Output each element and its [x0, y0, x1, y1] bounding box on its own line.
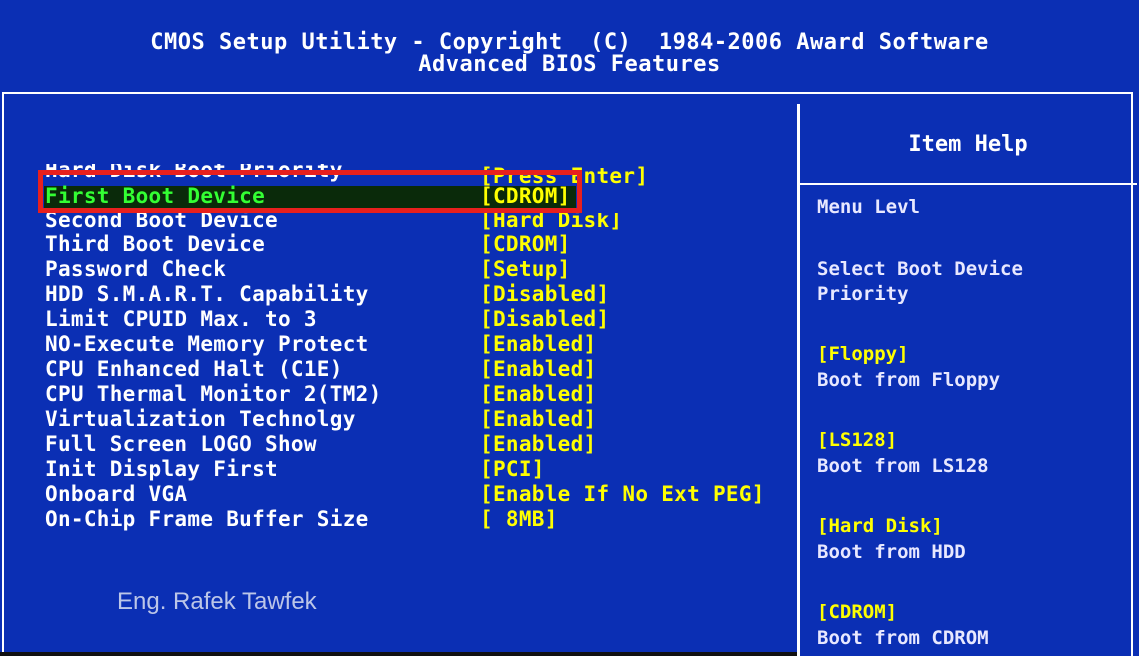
setting-label[interactable]: Third Boot Device — [45, 234, 265, 255]
setting-label: Second Boot Device — [45, 213, 278, 231]
header-title: CMOS Setup Utility - Copyright (C) 1984-… — [150, 30, 989, 55]
help-option-key: [LS128] — [817, 429, 898, 451]
help-menu-level: Menu Levl — [817, 196, 920, 218]
setting-value[interactable]: [Setup] — [480, 259, 571, 280]
setting-value[interactable]: [ 8MB] — [480, 509, 558, 530]
settings-row-2[interactable]: Second Boot Device — [45, 213, 375, 231]
setting-value[interactable]: [Enabled] — [480, 359, 597, 380]
author-watermark: Eng. Rafek Tawfek — [117, 588, 317, 615]
help-option-desc: Boot from LS128 — [817, 455, 989, 477]
help-option-desc: Boot from HDD — [817, 541, 966, 563]
setting-label[interactable]: CPU Thermal Monitor 2(TM2) — [45, 384, 382, 405]
highlight-annotation-box — [38, 170, 582, 213]
setting-label[interactable]: Password Check — [45, 259, 226, 280]
help-option-key: [Hard Disk] — [817, 515, 943, 537]
setting-label[interactable]: Limit CPUID Max. to 3 — [45, 309, 317, 330]
setting-label[interactable]: NO-Execute Memory Protect — [45, 334, 369, 355]
setting-label[interactable]: HDD S.M.A.R.T. Capability — [45, 284, 369, 305]
header-subtitle: Advanced BIOS Features — [418, 52, 721, 77]
setting-label[interactable]: Init Display First — [45, 459, 278, 480]
setting-value[interactable]: [Enabled] — [480, 384, 597, 405]
help-description-line: Priority — [817, 283, 909, 305]
setting-value[interactable]: [CDROM] — [480, 234, 571, 255]
setting-label[interactable]: Onboard VGA — [45, 484, 187, 505]
setting-label[interactable]: Full Screen LOGO Show — [45, 434, 317, 455]
help-description-line: Select Boot Device — [817, 258, 1023, 280]
setting-value: [Hard Disk] — [480, 213, 623, 231]
setting-label[interactable]: CPU Enhanced Halt (C1E) — [45, 359, 343, 380]
setting-value[interactable]: [Enabled] — [480, 409, 597, 430]
help-option-desc: Boot from CDROM — [817, 627, 989, 649]
help-option-key: [Floppy] — [817, 343, 909, 365]
bottom-status-bar — [0, 652, 797, 656]
setting-value[interactable]: [Enabled] — [480, 334, 597, 355]
setting-label[interactable]: On-Chip Frame Buffer Size — [45, 509, 369, 530]
bios-screen: CMOS Setup Utility - Copyright (C) 1984-… — [0, 0, 1139, 672]
setting-value[interactable]: [Enabled] — [480, 434, 597, 455]
setting-value[interactable]: [Disabled] — [480, 284, 609, 305]
setting-value[interactable]: [PCI] — [480, 459, 545, 480]
help-title-divider — [799, 183, 1137, 185]
setting-value[interactable]: [Disabled] — [480, 309, 609, 330]
panel-divider — [797, 104, 800, 656]
setting-label[interactable]: Virtualization Technolgy — [45, 409, 356, 430]
setting-value[interactable]: [Enable If No Ext PEG] — [480, 484, 765, 505]
help-option-desc: Boot from Floppy — [817, 369, 1001, 391]
settings-value-2-wrap[interactable]: [Hard Disk] — [480, 213, 680, 231]
help-option-key: [CDROM] — [817, 601, 898, 623]
item-help-title: Item Help — [908, 132, 1028, 157]
